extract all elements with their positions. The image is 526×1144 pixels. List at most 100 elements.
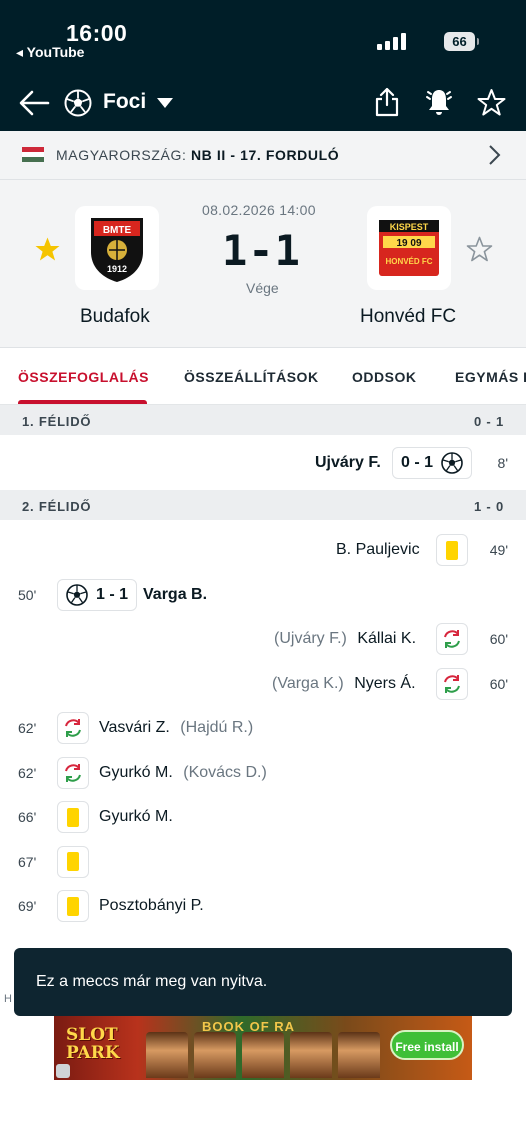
event-minute: 67' [18, 853, 37, 870]
soccer-ball-icon [66, 583, 88, 606]
tab-bar: ÖSSZEFOGLALÁS ÖSSZEÁLLÍTÁSOK ODDSOK EGYM… [0, 348, 526, 405]
substitution-icon [444, 630, 460, 648]
event-row[interactable]: 62' Gyurkó M. (Kovács D.) [0, 750, 526, 795]
period-score: 1 - 0 [473, 499, 504, 514]
event-row[interactable]: 62' Vasvári Z. (Hajdú R.) [0, 705, 526, 750]
ad-brand-line1: SLOT [66, 1025, 118, 1045]
tab-head-to-head[interactable]: EGYMÁS E [455, 369, 526, 385]
event-icon-chip [57, 890, 89, 922]
chevron-down-icon[interactable] [157, 98, 173, 108]
event-minute: 62' [18, 720, 37, 736]
event-player: Posztobányi P. [99, 897, 204, 914]
sub-in-player: Kállai K. [357, 630, 417, 647]
chevron-right-icon[interactable] [487, 144, 501, 166]
league-row[interactable]: MAGYARORSZÁG: NB II - 17. FORDULÓ [0, 131, 526, 180]
event-icon-chip [57, 845, 89, 878]
match-status: Vége [246, 280, 279, 296]
sub-out-player: (Hajdú R.) [180, 719, 254, 736]
home-team-name[interactable]: Budafok [80, 306, 150, 328]
home-logo-bottom-text: 1912 [107, 264, 127, 274]
signal-icon [377, 33, 406, 50]
period-label: 1. FÉLIDŐ [22, 414, 92, 429]
away-team-name[interactable]: Honvéd FC [360, 306, 456, 328]
away-logo-year-text: 19 09 [396, 238, 421, 249]
event-minute: 62' [18, 764, 37, 781]
navigation-bar: Foci [0, 78, 526, 128]
away-team-logo[interactable]: KISPEST 19 09 HONVÉD FC [367, 206, 451, 290]
event-minute: 8' [497, 455, 508, 471]
home-logo-top-text: BMTE [103, 225, 132, 236]
goal-score-chip: 1 - 1 [57, 578, 138, 611]
event-minute: 50' [18, 586, 37, 603]
yellow-card-icon [67, 852, 79, 871]
ad-brand: SLOT PARK [66, 1026, 120, 1062]
home-favorite-star-icon[interactable] [34, 236, 61, 263]
sub-in-player: Gyurkó M. [99, 763, 173, 781]
tab-summary[interactable]: ÖSSZEFOGLALÁS [18, 369, 149, 385]
sub-out-player: (Varga K.) [272, 674, 344, 692]
bell-icon[interactable] [424, 87, 454, 117]
status-time: 16:00 [66, 20, 128, 46]
tab-lineups[interactable]: ÖSSZEÁLLÍTÁSOK [184, 369, 319, 385]
match-datetime: 08.02.2026 14:00 [202, 202, 316, 218]
period-header: 2. FÉLIDŐ 1 - 0 [0, 490, 526, 520]
substitution-icon [65, 719, 81, 737]
favorite-star-icon[interactable] [477, 88, 506, 117]
match-score: 1-1 [222, 226, 301, 275]
event-player: B. Pauljevic [336, 541, 420, 558]
event-minute: 49' [489, 542, 508, 558]
tab-odds[interactable]: ODDSOK [352, 369, 416, 385]
league-label: MAGYARORSZÁG: NB II - 17. FORDULÓ [56, 147, 339, 163]
ad-brand-line2: PARK [66, 1043, 120, 1063]
honved-crest-icon: KISPEST 19 09 HONVÉD FC [379, 220, 439, 276]
app-header: 16:00 ◂ YouTube 66 Foci [0, 0, 526, 131]
soccer-ball-icon [441, 452, 463, 474]
sub-in-player: Vasvári Z. [99, 719, 170, 736]
event-icon-chip [57, 712, 89, 744]
event-player-line: Gyurkó M. (Kovács D.) [99, 764, 267, 782]
home-team-logo[interactable]: BMTE 1912 [75, 206, 159, 290]
battery-icon: 66 [444, 32, 479, 51]
back-arrow-icon[interactable] [18, 88, 50, 118]
yellow-card-icon [67, 807, 79, 827]
event-player: Gyurkó M. [99, 808, 173, 825]
soccer-ball-icon [64, 89, 92, 117]
ad-banner[interactable]: SLOT PARK BOOK OF RA Free install [54, 1016, 472, 1080]
period-score: 0 - 1 [473, 414, 504, 429]
event-minute: 69' [18, 898, 37, 914]
event-row[interactable]: (Varga K.) Nyers Á. 60' [0, 661, 526, 706]
goal-score-chip: 0 - 1 [392, 447, 473, 479]
event-player-line: (Ujváry F.) Kállai K. [274, 630, 416, 648]
period-header: 1. FÉLIDŐ 0 - 1 [0, 405, 526, 435]
away-favorite-star-icon[interactable] [466, 236, 493, 263]
event-row[interactable]: Ujváry F. 0 - 1 8' [0, 435, 526, 490]
share-icon[interactable] [373, 87, 401, 117]
sport-title[interactable]: Foci [103, 90, 146, 114]
event-row[interactable]: (Ujváry F.) Kállai K. 60' [0, 616, 526, 661]
away-logo-top-text: KISPEST [390, 222, 429, 232]
event-icon-chip [57, 756, 89, 789]
event-row[interactable]: 67' [0, 839, 526, 884]
sub-out-player: (Kovács D.) [183, 763, 267, 781]
bmte-crest-icon: BMTE 1912 [91, 218, 143, 282]
period-label: 2. FÉLIDŐ [22, 499, 92, 514]
away-logo-bottom-text: HONVÉD FC [385, 257, 432, 266]
event-player-line: Vasvári Z. (Hajdú R.) [99, 719, 253, 737]
event-minute: 60' [489, 631, 508, 647]
event-row[interactable]: 50' 1 - 1 Varga B. [0, 572, 526, 617]
back-to-app-link[interactable]: ◂ YouTube [16, 44, 84, 61]
event-row[interactable]: 69' Posztobányi P. [0, 883, 526, 928]
league-competition: NB II - 17. FORDULÓ [190, 147, 340, 163]
event-row[interactable]: 66' Gyurkó M. [0, 794, 526, 839]
event-player-line: (Varga K.) Nyers Á. [272, 675, 416, 693]
event-icon-chip [436, 534, 468, 566]
ad-install-button[interactable]: Free install [390, 1030, 464, 1060]
match-header: BMTE 1912 Budafok 08.02.2026 14:00 1-1 V… [0, 180, 526, 348]
event-row[interactable]: B. Pauljevic 49' [0, 527, 526, 572]
yellow-card-icon [446, 540, 458, 560]
sub-in-player: Nyers Á. [354, 674, 416, 692]
yellow-card-icon [67, 896, 79, 916]
ad-choices-icon[interactable] [56, 1064, 70, 1078]
substitution-icon [65, 763, 81, 782]
goal-scorer: Varga B. [143, 585, 208, 603]
